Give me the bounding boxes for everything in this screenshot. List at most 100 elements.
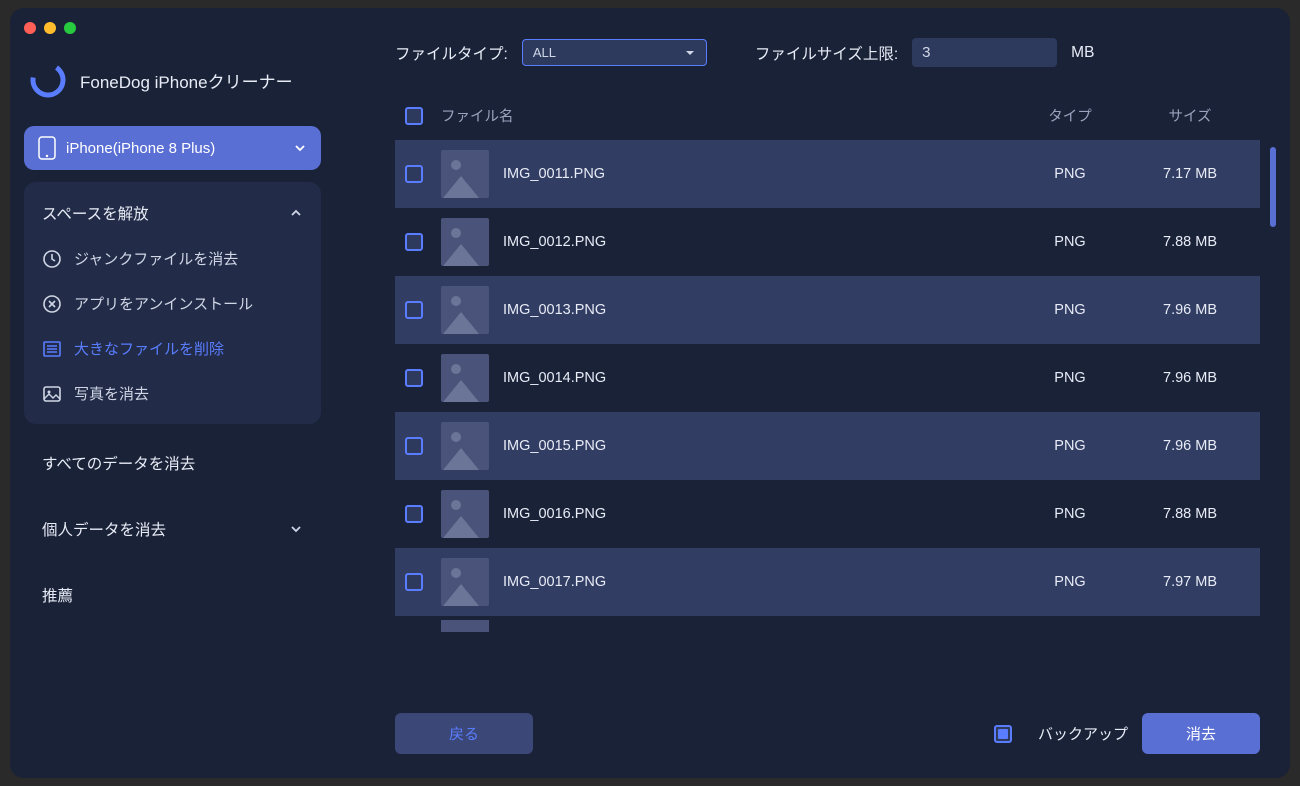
dropdown-triangle-icon xyxy=(684,47,696,59)
file-name: IMG_0013.PNG xyxy=(503,302,1010,318)
table-row[interactable]: IMG_0016.PNGPNG7.88 MB xyxy=(395,480,1260,548)
file-name: IMG_0015.PNG xyxy=(503,438,1010,454)
file-type: PNG xyxy=(1010,438,1130,454)
sidebar-item-photos[interactable]: 写真を消去 xyxy=(24,371,321,416)
file-size: 7.88 MB xyxy=(1130,234,1250,250)
filter-bar: ファイルタイプ: ALL ファイルサイズ上限: MB xyxy=(395,38,1260,67)
file-type: PNG xyxy=(1010,370,1130,386)
x-circle-icon xyxy=(42,294,62,314)
free-space-panel: スペースを解放 ジャンクファイルを消去 アプリをアンインストール xyxy=(24,182,321,424)
file-size: 7.88 MB xyxy=(1130,506,1250,522)
chevron-down-icon xyxy=(293,141,307,155)
app-logo-icon xyxy=(30,62,66,98)
sidebar-item-label: 写真を消去 xyxy=(74,383,149,404)
table-row[interactable]: IMG_0014.PNGPNG7.96 MB xyxy=(395,344,1260,412)
size-unit-label: MB xyxy=(1071,44,1094,62)
window-controls xyxy=(24,22,76,34)
row-checkbox[interactable] xyxy=(405,437,423,455)
image-thumbnail-icon xyxy=(441,422,489,470)
backup-checkbox-label[interactable]: バックアップ xyxy=(994,723,1128,744)
row-checkbox[interactable] xyxy=(405,233,423,251)
image-thumbnail-icon xyxy=(441,490,489,538)
file-size: 7.17 MB xyxy=(1130,166,1250,182)
maximize-window-button[interactable] xyxy=(64,22,76,34)
row-checkbox[interactable] xyxy=(405,573,423,591)
sidebar: FoneDog iPhoneクリーナー iPhone(iPhone 8 Plus… xyxy=(10,8,335,778)
free-space-header[interactable]: スペースを解放 xyxy=(24,190,321,236)
brand: FoneDog iPhoneクリーナー xyxy=(24,58,321,114)
minimize-window-button[interactable] xyxy=(44,22,56,34)
size-limit-input[interactable] xyxy=(912,38,1057,67)
device-label: iPhone(iPhone 8 Plus) xyxy=(66,140,215,157)
file-type: PNG xyxy=(1010,302,1130,318)
sidebar-item-junk[interactable]: ジャンクファイルを消去 xyxy=(24,236,321,281)
table-row[interactable]: IMG_0015.PNGPNG7.96 MB xyxy=(395,412,1260,480)
file-name: IMG_0014.PNG xyxy=(503,370,1010,386)
image-thumbnail-icon xyxy=(441,620,489,632)
back-button[interactable]: 戻る xyxy=(395,713,533,754)
image-thumbnail-icon xyxy=(441,150,489,198)
image-thumbnail-icon xyxy=(441,558,489,606)
sidebar-item-label: アプリをアンインストール xyxy=(74,293,253,314)
recommend-header[interactable]: 推薦 xyxy=(24,568,321,622)
header-size: サイズ xyxy=(1130,105,1250,126)
file-size: 7.96 MB xyxy=(1130,302,1250,318)
list-icon xyxy=(42,339,62,359)
file-table: ファイル名 タイプ サイズ IMG_0011.PNGPNG7.17 MBIMG_… xyxy=(395,91,1260,685)
scrollbar-thumb[interactable] xyxy=(1270,147,1276,227)
close-window-button[interactable] xyxy=(24,22,36,34)
phone-icon xyxy=(38,136,56,160)
table-row[interactable]: IMG_0012.PNGPNG7.88 MB xyxy=(395,208,1260,276)
row-checkbox[interactable] xyxy=(405,369,423,387)
recommend-label: 推薦 xyxy=(42,584,73,606)
erase-personal-label: 個人データを消去 xyxy=(42,518,166,540)
file-type: PNG xyxy=(1010,574,1130,590)
header-type: タイプ xyxy=(1010,105,1130,126)
erase-personal-header[interactable]: 個人データを消去 xyxy=(24,502,321,556)
image-thumbnail-icon xyxy=(441,218,489,266)
table-header: ファイル名 タイプ サイズ xyxy=(395,91,1260,140)
filetype-label: ファイルタイプ: xyxy=(395,42,508,64)
file-name: IMG_0012.PNG xyxy=(503,234,1010,250)
file-type: PNG xyxy=(1010,166,1130,182)
table-row[interactable]: IMG_0011.PNGPNG7.17 MB xyxy=(395,140,1260,208)
erase-button[interactable]: 消去 xyxy=(1142,713,1260,754)
table-row[interactable]: IMG_0017.PNGPNG7.97 MB xyxy=(395,548,1260,616)
filetype-value: ALL xyxy=(533,45,556,60)
app-window: FoneDog iPhoneクリーナー iPhone(iPhone 8 Plus… xyxy=(10,8,1290,778)
free-space-label: スペースを解放 xyxy=(42,202,149,224)
file-size: 7.96 MB xyxy=(1130,370,1250,386)
file-name: IMG_0017.PNG xyxy=(503,574,1010,590)
backup-label: バックアップ xyxy=(1038,723,1128,744)
select-all-checkbox[interactable] xyxy=(405,107,423,125)
footer-bar: 戻る バックアップ 消去 xyxy=(395,685,1260,754)
file-type: PNG xyxy=(1010,234,1130,250)
clock-icon xyxy=(42,249,62,269)
table-row-partial xyxy=(395,616,1260,634)
file-name: IMG_0011.PNG xyxy=(503,166,1010,182)
file-size: 7.96 MB xyxy=(1130,438,1250,454)
size-limit-label: ファイルサイズ上限: xyxy=(755,42,898,64)
header-filename: ファイル名 xyxy=(441,105,1010,126)
chevron-up-icon xyxy=(289,206,303,220)
erase-all-label: すべてのデータを消去 xyxy=(42,452,195,474)
chevron-down-icon xyxy=(289,522,303,536)
file-size: 7.97 MB xyxy=(1130,574,1250,590)
erase-all-header[interactable]: すべてのデータを消去 xyxy=(24,436,321,490)
main-content: ファイルタイプ: ALL ファイルサイズ上限: MB ファイル名 タイプ サイズ… xyxy=(335,8,1290,778)
image-thumbnail-icon xyxy=(441,286,489,334)
sidebar-item-uninstall[interactable]: アプリをアンインストール xyxy=(24,281,321,326)
row-checkbox[interactable] xyxy=(405,505,423,523)
sidebar-item-label: ジャンクファイルを消去 xyxy=(74,248,238,269)
image-icon xyxy=(42,384,62,404)
backup-checkbox[interactable] xyxy=(994,725,1012,743)
sidebar-item-label: 大きなファイルを削除 xyxy=(74,338,224,359)
sidebar-item-large-files[interactable]: 大きなファイルを削除 xyxy=(24,326,321,371)
row-checkbox[interactable] xyxy=(405,301,423,319)
app-title: FoneDog iPhoneクリーナー xyxy=(80,68,293,93)
row-checkbox[interactable] xyxy=(405,165,423,183)
table-row[interactable]: IMG_0013.PNGPNG7.96 MB xyxy=(395,276,1260,344)
file-name: IMG_0016.PNG xyxy=(503,506,1010,522)
device-selector[interactable]: iPhone(iPhone 8 Plus) xyxy=(24,126,321,170)
filetype-select[interactable]: ALL xyxy=(522,39,707,66)
